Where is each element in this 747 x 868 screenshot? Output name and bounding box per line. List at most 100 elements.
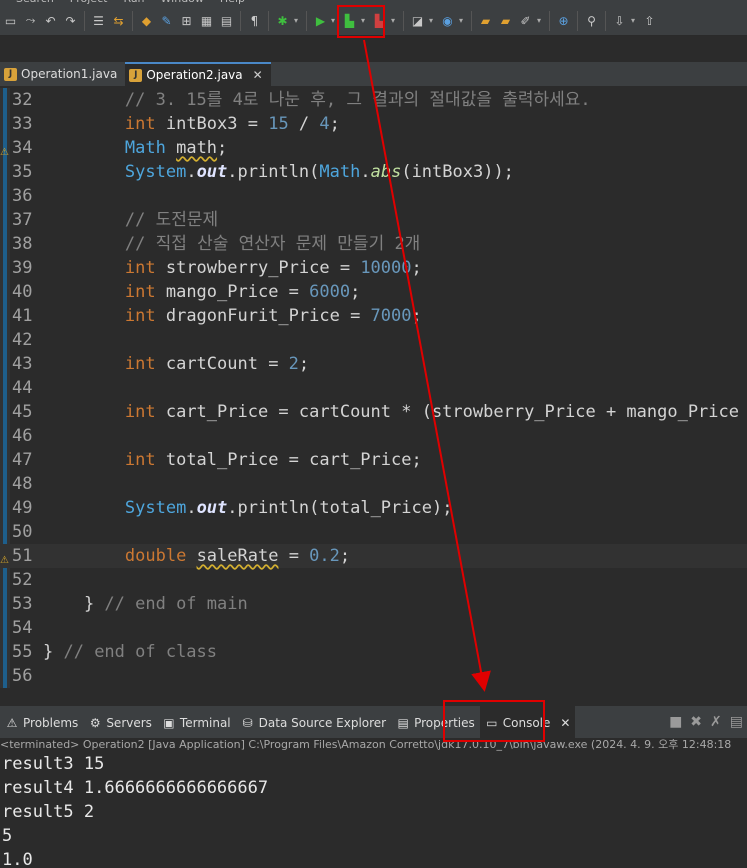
line-number: 40 [12, 282, 33, 302]
run-icon[interactable]: ▶ [312, 12, 329, 29]
edit-icon[interactable]: ✐ [517, 12, 534, 29]
code-line[interactable]: 52 [0, 568, 747, 592]
remove-launch-icon[interactable]: ✖ [690, 714, 702, 730]
tab-label: Operation2.java [146, 68, 243, 82]
line-number: 38 [12, 234, 33, 254]
tab-servers[interactable]: ⚙ Servers [83, 706, 157, 740]
line-number: 41 [12, 306, 33, 326]
tab-problems[interactable]: ⚠ Problems [0, 706, 83, 740]
code-line[interactable]: 36 [0, 184, 747, 208]
menu-item[interactable]: Help [220, 0, 245, 5]
code-line[interactable]: 39 int strowberry_Price = 10000; [0, 256, 747, 280]
console-line: result3 15 [2, 754, 105, 774]
open-task-icon[interactable]: ▰ [497, 12, 514, 29]
debug-dropdown-icon[interactable]: ▾ [294, 16, 301, 25]
line-number: 37 [12, 210, 33, 230]
redo-icon[interactable]: ↷ [62, 12, 79, 29]
code-line[interactable]: 42 [0, 328, 747, 352]
code-line[interactable]: 49 System.out.println(total_Price); [0, 496, 747, 520]
code-line[interactable]: 45 int cart_Price = cartCount * (strowbe… [0, 400, 747, 424]
code-line[interactable]: ⚠ 51 double saleRate = 0.2; [0, 544, 747, 568]
remove-all-icon[interactable]: ✗ [710, 714, 722, 730]
menu-item[interactable]: Run [123, 0, 144, 5]
tab-operation1[interactable]: J Operation1.java [0, 62, 125, 86]
warning-icon[interactable]: ⚠ [0, 549, 11, 566]
bottom-panel-tabs: ⚠ Problems ⚙ Servers ▣ Terminal ⛁ Data Source E… [0, 706, 747, 740]
line-number: 42 [12, 330, 33, 350]
code-line[interactable]: 47 int total_Price = cart_Price; [0, 448, 747, 472]
code-line[interactable]: ⚠ 34 Math math; [0, 136, 747, 160]
menu-item[interactable]: Window [161, 0, 204, 5]
debug-icon[interactable]: ✱ [274, 12, 291, 29]
build-icon[interactable]: ☰ [90, 12, 107, 29]
code-line[interactable]: 38 // 직접 산술 연산자 문제 만들기 2개 [0, 232, 747, 256]
next-annotation-icon[interactable]: ⇩ [611, 12, 628, 29]
problems-icon: ⚠ [6, 716, 18, 730]
code-line[interactable]: 40 int mango_Price = 6000; [0, 280, 747, 304]
code-line[interactable]: 35 System.out.println(Math.abs(intBox3))… [0, 160, 747, 184]
code-line[interactable]: 37 // 도전문제 [0, 208, 747, 232]
code-line[interactable]: 56 [0, 664, 747, 688]
code-line[interactable]: 44 [0, 376, 747, 400]
pilcrow-icon[interactable]: ¶ [246, 12, 263, 29]
open-type-icon[interactable]: ▰ [477, 12, 494, 29]
code-editor[interactable]: 32 // 3. 15를 4로 나눈 후, 그 결과의 절대값을 출력하세요. 3… [0, 88, 747, 688]
code-line[interactable]: 41 int dragonFurit_Price = 7000; [0, 304, 747, 328]
menu-item[interactable]: Project [70, 0, 108, 5]
format-icon[interactable]: ⇆ [110, 12, 127, 29]
external-tools-dropdown-icon[interactable]: ▾ [391, 16, 398, 25]
terminal-icon: ▣ [163, 716, 175, 730]
code-text: int cart_Price = cartCount * (strowberry… [124, 402, 739, 422]
close-icon[interactable]: ✕ [560, 716, 570, 730]
pin-icon[interactable]: ⚲ [583, 12, 600, 29]
edit-dropdown-icon[interactable]: ▾ [537, 16, 544, 25]
toolbar-separator [577, 10, 578, 31]
java-file-icon: J [4, 67, 17, 81]
code-line[interactable]: 48 [0, 472, 747, 496]
code-line[interactable]: 50 [0, 520, 747, 544]
new-class-icon[interactable]: ◉ [439, 12, 456, 29]
search-icon[interactable]: ⊕ [555, 12, 572, 29]
code-line[interactable]: 43 int cartCount = 2; [0, 352, 747, 376]
code-line[interactable]: 53 } // end of main [0, 592, 747, 616]
java-file-icon: J [129, 68, 143, 82]
save-icon[interactable]: ⤳ [22, 12, 39, 29]
warning-icon[interactable]: ⚠ [0, 141, 11, 158]
line-number: 48 [12, 474, 33, 494]
code-text: Math math; [124, 138, 228, 158]
servers-icon: ⚙ [89, 716, 101, 730]
print-icon[interactable]: ▤ [218, 12, 235, 29]
highlight-icon[interactable]: ✎ [158, 12, 175, 29]
clear-console-icon[interactable]: ▤ [730, 714, 743, 730]
code-text: System.out.println(Math.abs(intBox3)); [124, 162, 514, 182]
code-line[interactable]: 46 [0, 424, 747, 448]
line-number: 56 [12, 666, 33, 686]
previous-annotation-icon[interactable]: ⇧ [641, 12, 658, 29]
stop-icon[interactable]: ■ [669, 714, 682, 730]
line-number: 52 [12, 570, 33, 590]
new-dropdown-icon[interactable]: ▾ [429, 16, 436, 25]
run-button-highlight [337, 5, 385, 38]
close-icon[interactable]: ✕ [253, 68, 263, 82]
new-class-dropdown-icon[interactable]: ▾ [459, 16, 466, 25]
console-line: result5 2 [2, 802, 95, 822]
line-number: 50 [12, 522, 33, 542]
git-icon[interactable]: ◆ [138, 12, 155, 29]
code-line[interactable]: 55} // end of class [0, 640, 747, 664]
menu-item[interactable]: Search [16, 0, 54, 5]
code-line[interactable]: 32 // 3. 15를 4로 나눈 후, 그 결과의 절대값을 출력하세요. [0, 88, 747, 112]
task-icon[interactable]: ▦ [198, 12, 215, 29]
new-icon[interactable]: ▭ [2, 12, 19, 29]
tab-terminal[interactable]: ▣ Terminal [157, 706, 236, 740]
code-line[interactable]: 54 [0, 616, 747, 640]
next-annotation-dropdown-icon[interactable]: ▾ [631, 16, 638, 25]
toolbar-separator [471, 10, 472, 31]
undo-icon[interactable]: ↶ [42, 12, 59, 29]
tab-data-source-explorer[interactable]: ⛁ Data Source Explorer [236, 706, 391, 740]
console-output[interactable]: result3 15 result4 1.6666666666666667 resu… [0, 752, 747, 868]
code-line[interactable]: 33 int intBox3 = 15 / 4; [0, 112, 747, 136]
new-java-project-icon[interactable]: ◪ [409, 12, 426, 29]
toggle-breadcrumb-icon[interactable]: ⊞ [178, 12, 195, 29]
line-number: 53 [12, 594, 33, 614]
tab-operation2[interactable]: J Operation2.java ✕ [125, 62, 271, 86]
